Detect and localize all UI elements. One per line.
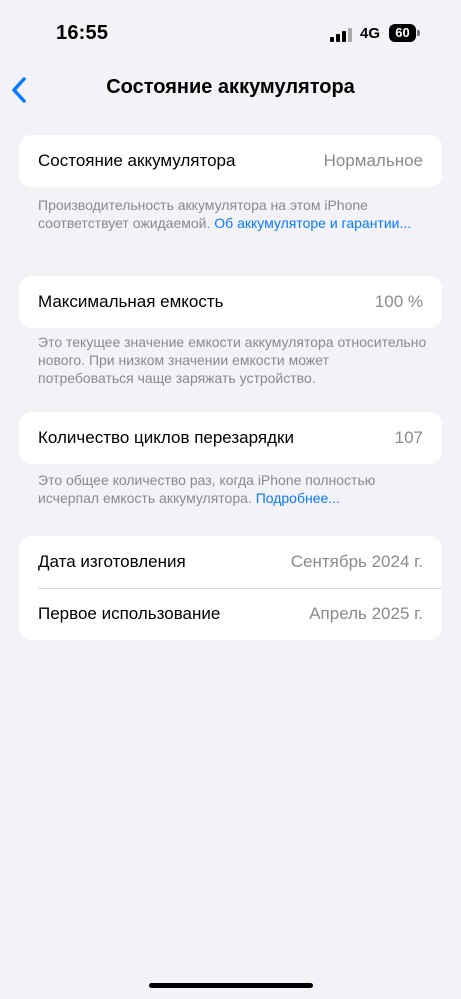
max-capacity-label: Максимальная емкость: [38, 292, 224, 311]
cycle-count-value: 107: [394, 428, 423, 447]
battery-health-label: Состояние аккумулятора: [38, 151, 236, 170]
battery-warranty-link[interactable]: Об аккумуляторе и гарантии...: [214, 215, 411, 231]
cycle-count-row: Количество циклов перезарядки 107: [19, 412, 442, 464]
signal-icon: [330, 27, 352, 42]
max-capacity-value: 100 %: [374, 292, 423, 311]
network-type: 4G: [360, 25, 381, 42]
first-use-label: Первое использование: [38, 604, 221, 623]
first-use-row: Первое использование Апрель 2025 г.: [19, 588, 442, 640]
status-bar: 16:55 4G 60: [0, 0, 461, 60]
cycle-count-footnote: Это общее количество раз, когда iPhone п…: [38, 471, 428, 507]
manufacture-date-label: Дата изготовления: [38, 552, 186, 571]
manufacture-date-row: Дата изготовления Сентябрь 2024 г.: [19, 536, 442, 588]
max-capacity-row: Максимальная емкость 100 %: [19, 276, 442, 328]
max-capacity-card: Максимальная емкость 100 %: [19, 276, 442, 328]
battery-health-row: Состояние аккумулятора Нормальное: [19, 135, 442, 187]
manufacture-date-value: Сентябрь 2024 г.: [290, 552, 423, 571]
home-indicator[interactable]: [149, 983, 313, 988]
first-use-value: Апрель 2025 г.: [309, 604, 423, 623]
battery-health-card: Состояние аккумулятора Нормальное: [19, 135, 442, 187]
cycle-count-label: Количество циклов перезарядки: [38, 428, 294, 447]
battery-icon: 60: [389, 24, 416, 42]
battery-health-footnote: Производительность аккумулятора на этом …: [38, 196, 428, 232]
battery-health-value: Нормальное: [323, 151, 423, 170]
page-title: Состояние аккумулятора: [106, 76, 355, 98]
battery-tip: [417, 30, 420, 36]
max-capacity-footnote: Это текущее значение емкости аккумулятор…: [38, 334, 427, 386]
learn-more-link[interactable]: Подробнее...: [256, 490, 340, 506]
dates-card: Дата изготовления Сентябрь 2024 г. Перво…: [19, 536, 442, 640]
cycle-count-card: Количество циклов перезарядки 107: [19, 412, 442, 464]
navigation-bar: Состояние аккумулятора: [0, 66, 461, 114]
status-time: 16:55: [56, 22, 109, 44]
